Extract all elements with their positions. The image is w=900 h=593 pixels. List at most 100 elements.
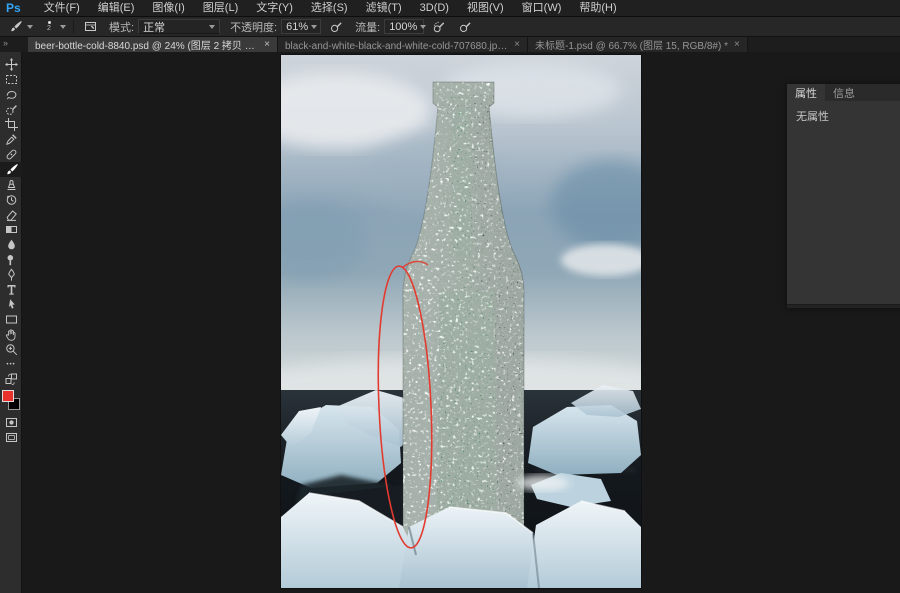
close-icon[interactable]: ×	[264, 39, 270, 50]
doc-tab-title: 未标题-1.psd @ 66.7% (图层 15, RGB/8#) *	[535, 37, 728, 52]
type-icon	[5, 283, 18, 296]
tools-panel: •••	[0, 52, 22, 593]
menu-item-7[interactable]: 滤镜(T)	[357, 0, 411, 16]
panel-tab-properties[interactable]: 属性	[787, 84, 825, 101]
menu-item-6[interactable]: 选择(S)	[302, 0, 357, 16]
tool-eyedropper[interactable]	[0, 132, 22, 147]
panel-tab-info[interactable]: 信息	[825, 84, 863, 101]
brush-size-value: 2	[47, 25, 51, 32]
tool-gradient[interactable]	[0, 222, 22, 237]
tool-color-swatches[interactable]	[0, 389, 22, 415]
canvas-image[interactable]	[281, 55, 641, 588]
close-icon[interactable]: ×	[514, 39, 520, 50]
crop-icon	[5, 118, 18, 131]
tool-shape[interactable]	[0, 312, 22, 327]
tools-collapse-icon[interactable]: »	[3, 38, 7, 48]
blur-icon	[5, 238, 18, 251]
tool-quick-mask[interactable]	[0, 415, 22, 430]
flow-field[interactable]: 100%	[384, 19, 424, 34]
opacity-field[interactable]: 61%	[281, 19, 321, 34]
tool-swap-colors[interactable]	[0, 372, 22, 387]
tool-crop[interactable]	[0, 117, 22, 132]
tool-history-brush[interactable]	[0, 192, 22, 207]
doc-tab-1[interactable]: beer-bottle-cold-8840.psd @ 24% (图层 2 拷贝…	[28, 37, 278, 52]
chevron-down-icon[interactable]	[27, 25, 33, 29]
menu-item-11[interactable]: 帮助(H)	[570, 0, 625, 16]
menu-item-4[interactable]: 图层(L)	[194, 0, 247, 16]
doc-tab-2[interactable]: black-and-white-black-and-white-cold-707…	[278, 37, 528, 52]
menu-item-9[interactable]: 视图(V)	[458, 0, 513, 16]
tool-blur[interactable]	[0, 237, 22, 252]
brush-preset-picker[interactable]: 2	[41, 18, 57, 36]
shape-icon	[5, 313, 18, 326]
menu-item-10[interactable]: 窗口(W)	[513, 0, 571, 16]
properties-panel: 属性 信息 » ≡ 无属性	[787, 84, 900, 308]
pen-icon	[5, 268, 18, 281]
eyedropper-icon	[5, 133, 18, 146]
panel-empty-text: 无属性	[796, 111, 829, 123]
move-icon	[5, 58, 18, 71]
tool-zoom[interactable]	[0, 342, 22, 357]
tool-quick-select[interactable]	[0, 102, 22, 117]
tool-hand[interactable]	[0, 327, 22, 342]
menu-item-3[interactable]: 图像(I)	[143, 0, 193, 16]
marquee-icon	[5, 73, 18, 86]
menu-item-2[interactable]: 编辑(E)	[89, 0, 144, 16]
screen-mode-icon	[5, 431, 18, 444]
tool-edit-toolbar[interactable]: •••	[0, 357, 22, 372]
brush-icon	[5, 163, 18, 176]
menubar: Ps 文件(F)编辑(E)图像(I)图层(L)文字(Y)选择(S)滤镜(T)3D…	[0, 0, 900, 17]
doc-tab-title: beer-bottle-cold-8840.psd @ 24% (图层 2 拷贝…	[35, 37, 258, 52]
tool-lasso[interactable]	[0, 87, 22, 102]
tool-eraser[interactable]	[0, 207, 22, 222]
airbrush-icon[interactable]	[430, 18, 448, 36]
tool-type[interactable]	[0, 282, 22, 297]
chevron-down-icon	[311, 25, 317, 29]
tool-pen[interactable]	[0, 267, 22, 282]
mode-select[interactable]: 正常	[138, 19, 220, 34]
foreground-color-swatch[interactable]	[2, 390, 14, 402]
flow-pressure-icon[interactable]	[456, 18, 474, 36]
quick-mask-icon	[5, 416, 18, 429]
panel-body: 无属性	[787, 101, 900, 131]
clone-stamp-icon	[5, 178, 18, 191]
tool-dodge[interactable]	[0, 252, 22, 267]
opacity-label: 不透明度:	[230, 19, 277, 35]
tool-move[interactable]	[0, 57, 22, 72]
eraser-icon	[5, 208, 18, 221]
menu-item-5[interactable]: 文字(Y)	[247, 0, 302, 16]
tool-brush[interactable]	[0, 162, 22, 177]
spot-heal-icon	[5, 148, 18, 161]
close-icon[interactable]: ×	[734, 39, 740, 50]
history-brush-icon	[5, 193, 18, 206]
toggle-brush-panel-icon[interactable]	[81, 18, 99, 36]
photoshop-logo: Ps	[6, 1, 21, 15]
menu-item-1[interactable]: 文件(F)	[35, 0, 89, 16]
panel-resize-bar[interactable]	[787, 304, 900, 308]
lasso-icon	[5, 88, 18, 101]
gradient-icon	[5, 223, 18, 236]
doc-tab-title: black-and-white-black-and-white-cold-707…	[285, 37, 508, 52]
doc-tab-3[interactable]: 未标题-1.psd @ 66.7% (图层 15, RGB/8#) * ×	[528, 37, 748, 52]
mode-label: 模式:	[109, 19, 134, 35]
hand-icon	[5, 328, 18, 341]
tool-clone-stamp[interactable]	[0, 177, 22, 192]
menubar-items: 文件(F)编辑(E)图像(I)图层(L)文字(Y)选择(S)滤镜(T)3D(D)…	[35, 0, 626, 16]
chevron-down-icon[interactable]	[60, 25, 66, 29]
tool-marquee[interactable]	[0, 72, 22, 87]
flow-value: 100%	[389, 21, 417, 33]
tool-preset-brush-icon[interactable]	[6, 18, 24, 36]
ellipsis-icon: •••	[6, 362, 15, 368]
document-canvas[interactable]	[281, 55, 641, 588]
chevron-down-icon	[209, 25, 215, 29]
canvas-pasteboard[interactable]: 属性 信息 » ≡ 无属性	[22, 52, 900, 593]
brush-tip-dot	[48, 21, 51, 24]
menu-item-8[interactable]: 3D(D)	[411, 0, 458, 16]
zoom-icon	[5, 343, 18, 356]
tool-path-select[interactable]	[0, 297, 22, 312]
doc-tabbar: » beer-bottle-cold-8840.psd @ 24% (图层 2 …	[0, 37, 900, 52]
tool-screen-mode[interactable]	[0, 430, 22, 445]
opacity-value: 61%	[286, 21, 308, 33]
tool-spot-heal[interactable]	[0, 147, 22, 162]
opacity-pressure-icon[interactable]	[327, 18, 345, 36]
